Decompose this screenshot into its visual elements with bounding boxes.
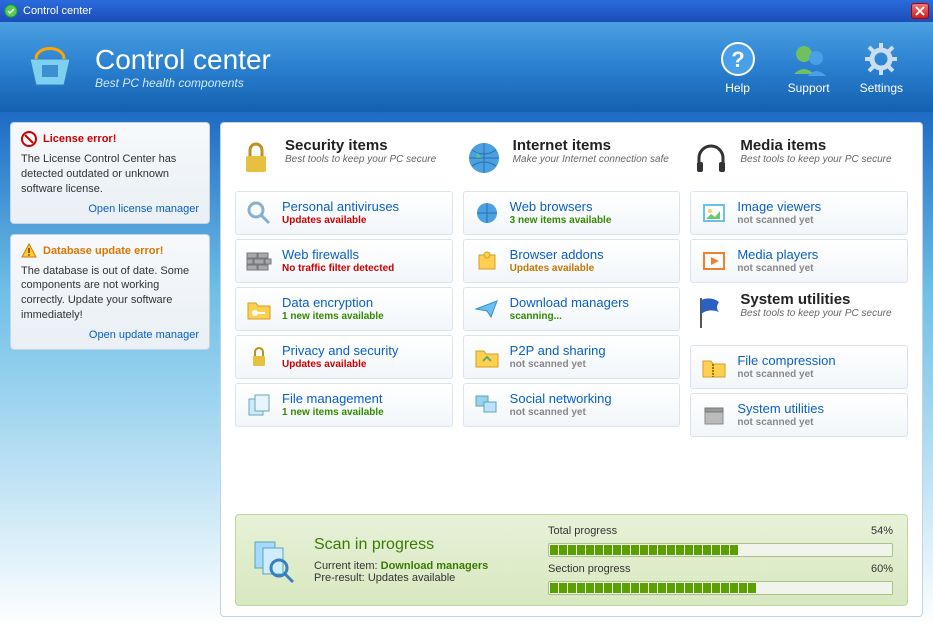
tile-antivirus[interactable]: Personal antivirusesUpdates available	[235, 191, 453, 235]
tile-addons[interactable]: Browser addonsUpdates available	[463, 239, 681, 283]
col-security: Security itemsBest tools to keep your PC…	[235, 133, 453, 506]
scan-title: Scan in progress	[314, 536, 534, 554]
update-manager-link[interactable]: Open update manager	[21, 329, 199, 341]
alert-body: The database is out of date. Some compon…	[21, 264, 199, 323]
header: Control center Best PC health components…	[0, 22, 933, 112]
category-internet: Internet itemsMake your Internet connect…	[463, 133, 681, 187]
section-progress-bar	[548, 581, 893, 595]
folder-share-icon	[472, 342, 502, 372]
alert-title: Database update error!	[43, 245, 163, 257]
documents-icon	[244, 390, 274, 420]
alert-body: The License Control Center has detected …	[21, 152, 199, 197]
titlebar: Control center	[0, 0, 933, 22]
tile-compression[interactable]: File compressionnot scanned yet	[690, 345, 908, 389]
small-globe-icon	[472, 198, 502, 228]
plane-icon	[472, 294, 502, 324]
tile-encryption[interactable]: Data encryption1 new items available	[235, 287, 453, 331]
lock-icon	[235, 137, 277, 179]
tile-system-utilities[interactable]: System utilitiesnot scanned yet	[690, 393, 908, 437]
sidebar: License error! The License Control Cente…	[10, 122, 210, 617]
header-nav: ? Help Support Settings	[718, 39, 903, 95]
tile-browsers[interactable]: Web browsers3 new items available	[463, 191, 681, 235]
app-title: Control center	[95, 44, 271, 76]
total-progress-bar	[548, 543, 893, 557]
windows-icon	[472, 390, 502, 420]
tile-image-viewers[interactable]: Image viewersnot scanned yet	[690, 191, 908, 235]
nav-settings[interactable]: Settings	[860, 39, 903, 95]
tile-privacy[interactable]: Privacy and securityUpdates available	[235, 335, 453, 379]
scan-current: Download managers	[381, 560, 489, 572]
svg-text:?: ?	[731, 47, 744, 72]
settings-icon	[861, 39, 901, 79]
logo-icon	[20, 37, 80, 97]
globe-icon	[463, 137, 505, 179]
image-icon	[699, 198, 729, 228]
alert-title: License error!	[43, 133, 116, 145]
play-icon	[699, 246, 729, 276]
headphones-icon	[690, 137, 732, 179]
tile-download[interactable]: Download managersscanning...	[463, 287, 681, 331]
tile-firewall[interactable]: Web firewallsNo traffic filter detected	[235, 239, 453, 283]
folder-key-icon	[244, 294, 274, 324]
window-title: Control center	[23, 5, 92, 17]
category-media: Media itemsBest tools to keep your PC se…	[690, 133, 908, 187]
tile-file-management[interactable]: File management1 new items available	[235, 383, 453, 427]
app-icon	[4, 4, 18, 18]
alert-license: License error! The License Control Cente…	[10, 122, 210, 224]
zip-icon	[699, 352, 729, 382]
error-icon	[21, 131, 37, 147]
app-subtitle: Best PC health components	[95, 76, 271, 90]
scan-preresult: Updates available	[368, 572, 455, 584]
box-icon	[699, 400, 729, 430]
puzzle-icon	[472, 246, 502, 276]
col-internet: Internet itemsMake your Internet connect…	[463, 133, 681, 506]
total-percent: 54%	[857, 525, 893, 537]
category-system: System utilitiesBest tools to keep your …	[690, 287, 908, 341]
magnifier-icon	[244, 198, 274, 228]
scan-icon	[250, 535, 300, 585]
tile-social[interactable]: Social networkingnot scanned yet	[463, 383, 681, 427]
alert-database: Database update error! The database is o…	[10, 234, 210, 350]
help-icon: ?	[718, 39, 758, 79]
small-lock-icon	[244, 342, 274, 372]
category-security: Security itemsBest tools to keep your PC…	[235, 133, 453, 187]
scan-panel: Scan in progress Current item: Download …	[235, 514, 908, 606]
tile-media-players[interactable]: Media playersnot scanned yet	[690, 239, 908, 283]
nav-help[interactable]: ? Help	[718, 39, 758, 95]
warning-icon	[21, 243, 37, 259]
flag-icon	[690, 291, 732, 333]
wall-icon	[244, 246, 274, 276]
main-panel: Security itemsBest tools to keep your PC…	[220, 122, 923, 617]
close-button[interactable]	[911, 3, 929, 19]
nav-support[interactable]: Support	[788, 39, 830, 95]
tile-p2p[interactable]: P2P and sharingnot scanned yet	[463, 335, 681, 379]
col-media-system: Media itemsBest tools to keep your PC se…	[690, 133, 908, 506]
license-manager-link[interactable]: Open license manager	[21, 203, 199, 215]
section-percent: 60%	[857, 563, 893, 575]
support-icon	[789, 39, 829, 79]
